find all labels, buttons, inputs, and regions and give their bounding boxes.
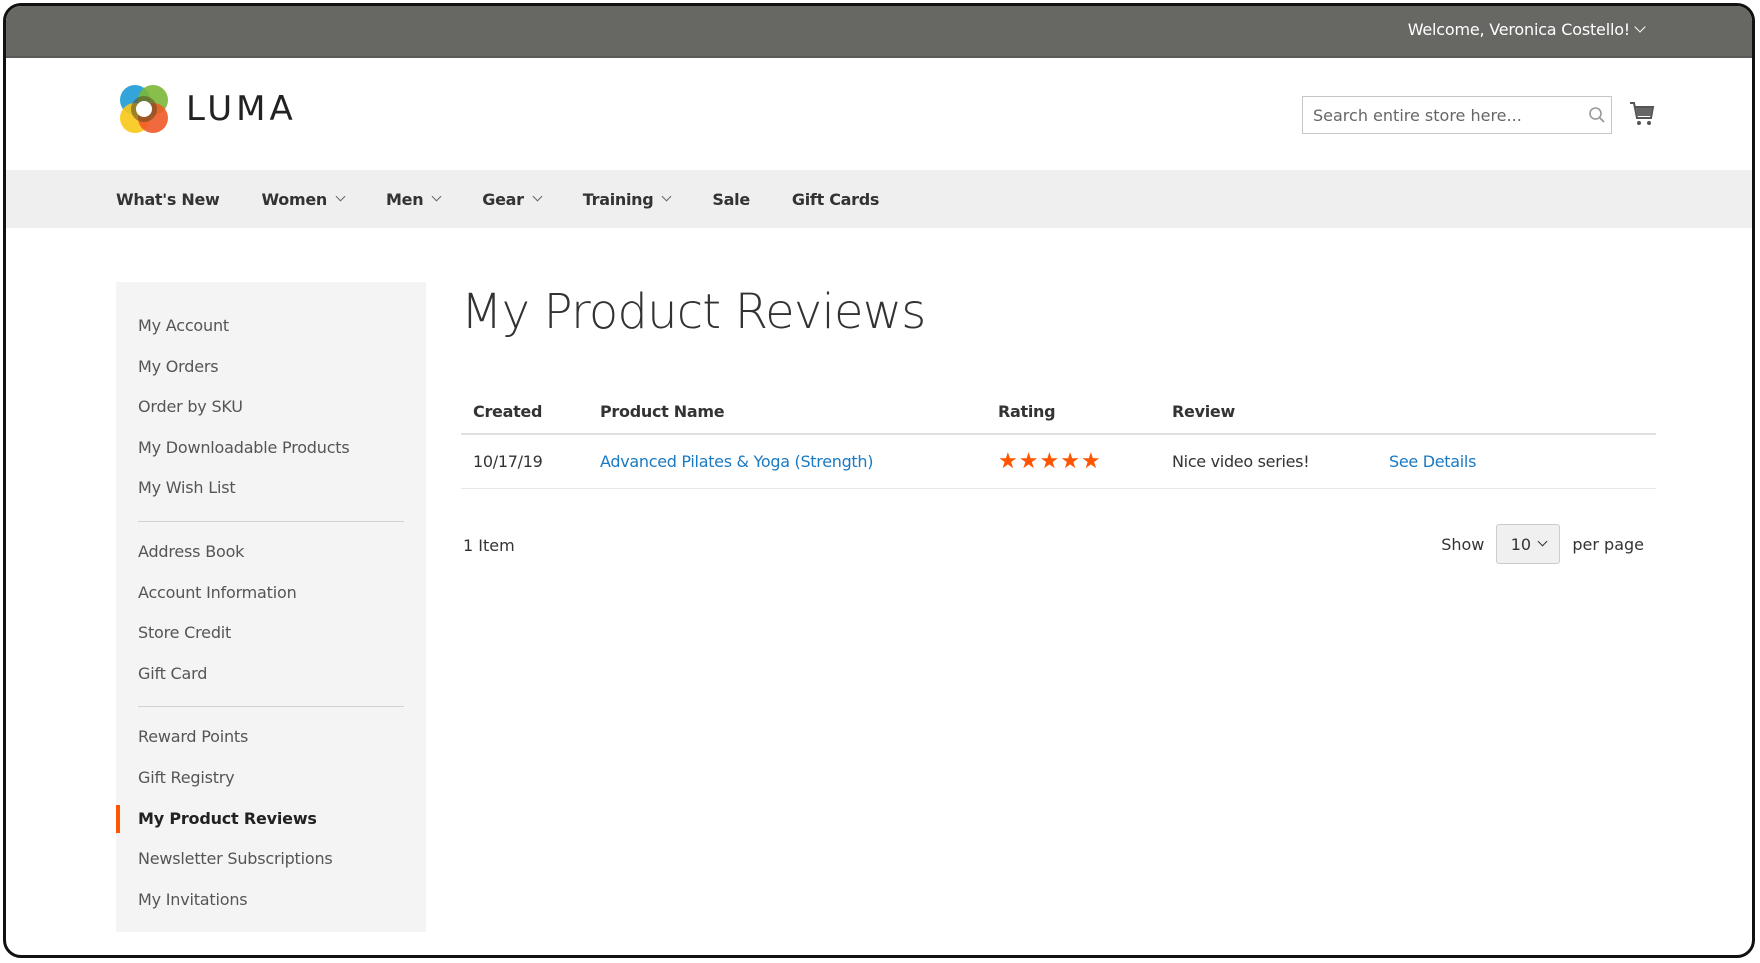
chevron-down-icon bbox=[532, 191, 543, 202]
sidebar-item-newsletter-subscriptions[interactable]: Newsletter Subscriptions bbox=[116, 839, 426, 880]
sidebar-divider bbox=[138, 706, 404, 708]
reviews-table: Created Product Name Rating Review 10/17… bbox=[461, 390, 1656, 489]
sidebar-item-my-product-reviews[interactable]: My Product Reviews bbox=[116, 799, 426, 840]
sidebar-item-gift-card[interactable]: Gift Card bbox=[116, 654, 426, 695]
nav-item-sale[interactable]: Sale bbox=[712, 189, 750, 209]
per-page-select[interactable]: 10 bbox=[1496, 524, 1561, 564]
nav-item-label: Women bbox=[261, 189, 328, 209]
chevron-down-icon bbox=[1634, 21, 1646, 33]
nav-item-what-s-new[interactable]: What's New bbox=[116, 190, 220, 209]
nav-item-label: Training bbox=[582, 189, 654, 209]
star-icon: ★ bbox=[1018, 449, 1040, 474]
column-review: Review bbox=[1160, 390, 1377, 435]
nav-item-gift-cards[interactable]: Gift Cards bbox=[791, 189, 880, 209]
top-bar: Welcome, Veronica Costello! bbox=[6, 6, 1752, 58]
star-icon: ★ bbox=[1039, 449, 1061, 474]
nav-item-men[interactable]: Men bbox=[386, 189, 442, 209]
nav-item-label: Sale bbox=[712, 189, 750, 209]
nav-item-label: Gear bbox=[482, 189, 524, 209]
table-header-row: Created Product Name Rating Review bbox=[461, 390, 1656, 435]
luma-logo-icon bbox=[120, 85, 168, 133]
review-text: Nice video series! bbox=[1160, 434, 1377, 489]
page-title: My Product Reviews bbox=[461, 284, 926, 340]
nav-item-label: Men bbox=[386, 189, 424, 209]
welcome-menu[interactable]: Welcome, Veronica Costello! bbox=[1407, 20, 1646, 39]
per-page-label: per page bbox=[1572, 534, 1644, 554]
star-icon: ★ bbox=[1080, 449, 1102, 474]
star-icon: ★ bbox=[1060, 449, 1081, 474]
item-count: 1 Item bbox=[463, 536, 515, 555]
sidebar-item-my-invitations[interactable]: My Invitations bbox=[116, 880, 426, 921]
browser-frame: Welcome, Veronica Costello! LUMA What's … bbox=[3, 3, 1755, 958]
sidebar-item-reward-points[interactable]: Reward Points bbox=[116, 717, 426, 758]
nav-item-label: What's New bbox=[116, 189, 220, 209]
sidebar-item-address-book[interactable]: Address Book bbox=[116, 532, 426, 573]
column-product-name: Product Name bbox=[588, 390, 986, 435]
sidebar-item-gift-registry[interactable]: Gift Registry bbox=[116, 758, 426, 799]
account-sidebar: My Account My Orders Order by SKU My Downlo… bbox=[116, 282, 426, 932]
logo-text: LUMA bbox=[186, 89, 297, 129]
main-nav: What's New Women Men Gear Training Sale Gift C… bbox=[6, 170, 1752, 228]
star-icon: ★ bbox=[998, 449, 1019, 474]
review-created: 10/17/19 bbox=[461, 434, 588, 489]
column-rating: Rating bbox=[986, 390, 1160, 435]
cart-icon[interactable] bbox=[1628, 100, 1656, 128]
sidebar-item-store-credit[interactable]: Store Credit bbox=[116, 613, 426, 654]
nav-item-gear[interactable]: Gear bbox=[482, 189, 543, 209]
chevron-down-icon bbox=[431, 191, 442, 202]
sidebar-item-my-orders[interactable]: My Orders bbox=[116, 347, 426, 388]
product-link[interactable]: Advanced Pilates & Yoga (Strength) bbox=[600, 452, 874, 471]
nav-item-training[interactable]: Training bbox=[582, 189, 672, 209]
search-icon[interactable] bbox=[1583, 97, 1611, 133]
column-actions bbox=[1377, 390, 1656, 435]
sidebar-item-account-information[interactable]: Account Information bbox=[116, 573, 426, 614]
logo[interactable]: LUMA bbox=[116, 81, 297, 137]
table-row: 10/17/19 Advanced Pilates & Yoga (Streng… bbox=[461, 434, 1656, 489]
chevron-down-icon bbox=[335, 191, 346, 202]
search-input[interactable] bbox=[1303, 97, 1583, 133]
chevron-down-icon bbox=[661, 191, 672, 202]
column-created: Created bbox=[461, 390, 588, 435]
welcome-text: Welcome, Veronica Costello! bbox=[1407, 20, 1631, 39]
see-details-link[interactable]: See Details bbox=[1389, 452, 1476, 471]
sidebar-item-my-wish-list[interactable]: My Wish List bbox=[116, 468, 426, 509]
search-box bbox=[1302, 96, 1612, 134]
chevron-down-icon bbox=[1537, 536, 1548, 547]
per-page-value: 10 bbox=[1510, 534, 1532, 554]
nav-item-label: Gift Cards bbox=[791, 189, 880, 209]
per-page-limiter: Show 10 per page bbox=[1441, 524, 1644, 564]
show-label: Show bbox=[1441, 534, 1485, 554]
sidebar-item-order-by-sku[interactable]: Order by SKU bbox=[116, 387, 426, 428]
rating-stars: ★★★★★ bbox=[998, 449, 1102, 474]
sidebar-divider bbox=[138, 520, 404, 522]
sidebar-item-my-downloadable-products[interactable]: My Downloadable Products bbox=[116, 428, 426, 469]
sidebar-item-my-account[interactable]: My Account bbox=[116, 306, 426, 347]
nav-item-women[interactable]: Women bbox=[261, 189, 346, 209]
